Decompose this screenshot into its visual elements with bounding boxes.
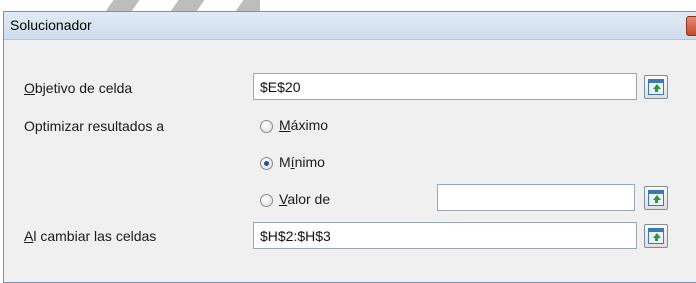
- dialog-body: Objetivo de celda Optimizar resultados a…: [4, 40, 696, 282]
- maximum-mnemonic: M: [279, 117, 291, 133]
- objective-cell-label: Objetivo de celda: [24, 80, 132, 96]
- shrink-dialog-select-range-icon: [648, 79, 664, 95]
- objective-label-text: bjetivo de celda: [34, 80, 133, 96]
- title-bar: Solucionador: [4, 12, 696, 40]
- changing-label-text: l cambiar las celdas: [33, 228, 157, 244]
- minimum-label-pre: M: [279, 154, 291, 170]
- changing-mnemonic: A: [24, 228, 34, 244]
- objective-mnemonic: O: [24, 80, 35, 96]
- objective-cell-input[interactable]: [253, 73, 637, 100]
- solver-dialog: Solucionador Objetivo de celda Optimizar…: [3, 11, 696, 283]
- radio-maximum[interactable]: [260, 120, 273, 133]
- shrink-dialog-select-range-icon: [648, 190, 664, 206]
- value-of-input[interactable]: [437, 184, 635, 211]
- shrink-dialog-select-range-icon: [648, 228, 664, 244]
- close-button[interactable]: [686, 16, 696, 36]
- maximum-label-text: áximo: [290, 117, 329, 133]
- value-of-label: Valor de: [279, 191, 330, 207]
- value-of-label-text: alor de: [287, 191, 331, 207]
- minimum-label-text: nimo: [294, 154, 325, 170]
- objective-cell-picker-button[interactable]: [644, 75, 668, 99]
- changing-cells-label: Al cambiar las celdas: [24, 228, 156, 244]
- changing-cells-input[interactable]: [253, 222, 637, 249]
- dialog-title: Solucionador: [10, 17, 92, 33]
- minimum-label: Mínimo: [279, 154, 325, 170]
- optimize-results-label: Optimizar resultados a: [24, 118, 165, 134]
- changing-cells-picker-button[interactable]: [644, 224, 668, 248]
- radio-minimum[interactable]: [260, 157, 273, 170]
- maximum-label: Máximo: [279, 117, 328, 133]
- radio-value-of[interactable]: [260, 194, 273, 207]
- value-of-picker-button[interactable]: [644, 186, 668, 210]
